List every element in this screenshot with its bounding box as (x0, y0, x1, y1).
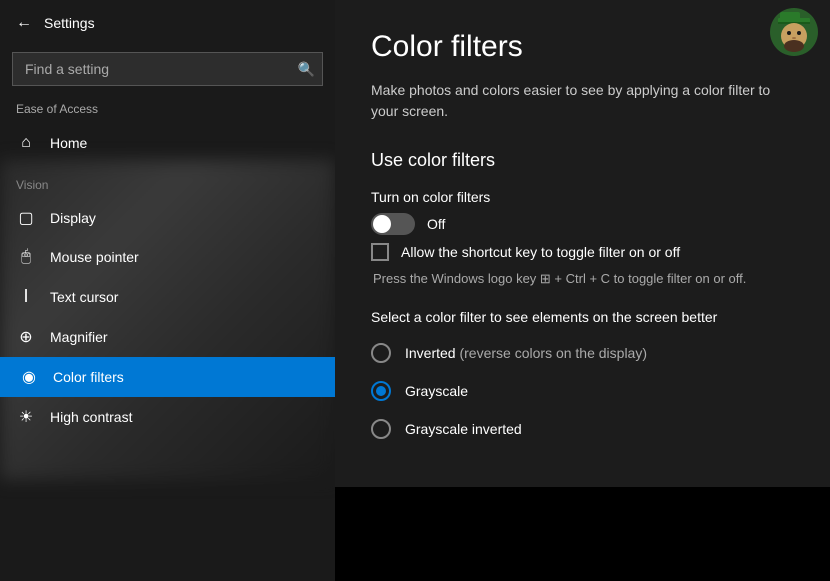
toggle-knob (373, 215, 391, 233)
shortcut-checkbox-row: Allow the shortcut key to toggle filter … (371, 243, 794, 261)
nav-items: ⌂ Home Vision ▢ Display 🖱 Mouse pointer … (0, 124, 335, 437)
sidebar-item-label: Magnifier (50, 329, 108, 345)
use-color-filters-heading: Use color filters (371, 150, 794, 171)
shortcut-hint: Press the Windows logo key ⊞ + Ctrl + C … (371, 271, 794, 287)
radio-inverted-circle (371, 343, 391, 363)
sidebar-item-magnifier[interactable]: ⊕ Magnifier (0, 317, 335, 357)
search-icon[interactable]: 🔍 (298, 61, 315, 78)
sidebar-item-display[interactable]: ▢ Display (0, 198, 335, 238)
sidebar-item-label: Color filters (53, 369, 124, 385)
home-icon: ⌂ (16, 134, 36, 152)
shortcut-checkbox[interactable] (371, 243, 389, 261)
sidebar-item-label: High contrast (50, 409, 132, 425)
checkbox-label: Allow the shortcut key to toggle filter … (401, 244, 680, 260)
sidebar-item-label: Display (50, 210, 96, 226)
radio-grayscale[interactable]: Grayscale (371, 381, 794, 401)
vision-label: Vision (0, 162, 335, 198)
magnifier-icon: ⊕ (16, 327, 36, 347)
sidebar: ← Settings 🔍 Ease of Access ⌂ Home Visio… (0, 0, 335, 581)
radio-grayscale-inverted-circle (371, 419, 391, 439)
sidebar-item-mouse-pointer[interactable]: 🖱 Mouse pointer (0, 238, 335, 276)
sidebar-item-label: Mouse pointer (50, 249, 139, 265)
sidebar-item-text-cursor[interactable]: I Text cursor (0, 276, 335, 317)
section-label: Ease of Access (0, 98, 335, 124)
avatar (770, 8, 818, 56)
mouse-pointer-icon: 🖱 (16, 248, 36, 266)
radio-grayscale-inverted[interactable]: Grayscale inverted (371, 419, 794, 439)
avatar-area (770, 8, 818, 56)
sidebar-item-label: Text cursor (50, 289, 118, 305)
sidebar-item-label: Home (50, 135, 87, 151)
toggle-row: Off (371, 213, 794, 235)
radio-inverted[interactable]: Inverted (reverse colors on the display) (371, 343, 794, 363)
avatar-svg (770, 8, 818, 56)
sidebar-item-high-contrast[interactable]: ☀ High contrast (0, 397, 335, 437)
radio-inverted-label: Inverted (reverse colors on the display) (405, 345, 647, 361)
radio-grayscale-circle (371, 381, 391, 401)
turn-on-label: Turn on color filters (371, 189, 794, 205)
main-wrapper: Color filters Make photos and colors eas… (335, 0, 830, 581)
filter-select-label: Select a color filter to see elements on… (371, 309, 794, 325)
app-title: Settings (44, 15, 95, 31)
sidebar-item-color-filters[interactable]: ◉ Color filters (0, 357, 335, 397)
page-description: Make photos and colors easier to see by … (371, 80, 791, 122)
search-input[interactable] (12, 52, 323, 86)
display-icon: ▢ (16, 208, 36, 228)
toggle-state-label: Off (427, 216, 445, 232)
radio-inverted-sub: (reverse colors on the display) (459, 345, 647, 361)
page-title: Color filters (371, 30, 794, 64)
high-contrast-icon: ☀ (16, 407, 36, 427)
text-cursor-icon: I (16, 286, 36, 307)
color-filters-icon: ◉ (19, 367, 39, 387)
sidebar-item-home[interactable]: ⌂ Home (0, 124, 335, 162)
main-content: Color filters Make photos and colors eas… (335, 0, 830, 487)
color-filters-toggle[interactable] (371, 213, 415, 235)
back-button[interactable]: ← (16, 14, 32, 32)
sidebar-header: ← Settings (0, 0, 335, 46)
search-bar: 🔍 (12, 52, 323, 86)
radio-grayscale-label: Grayscale (405, 383, 468, 399)
radio-grayscale-inverted-label: Grayscale inverted (405, 421, 522, 437)
